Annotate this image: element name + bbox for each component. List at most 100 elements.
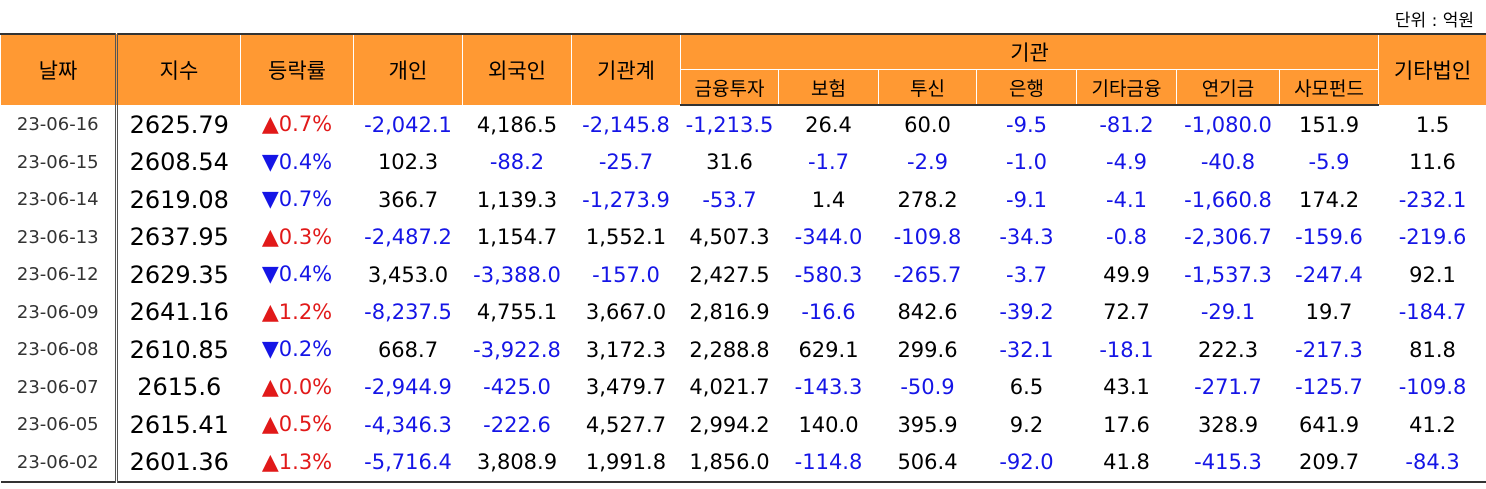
investor-trading-table: 날짜 지수 등락률 개인 외국인 기관계 기관 기타법인 금융투자 보험 투신 … xyxy=(0,33,1486,483)
cell-individual: -2,042.1 xyxy=(364,112,452,137)
cell-institution-total: -157.0 xyxy=(592,262,660,287)
cell-private-equity: 641.9 xyxy=(1298,412,1360,437)
cell-financial-investment: 1,856.0 xyxy=(680,443,779,483)
cell-foreign: -88.2 xyxy=(489,150,545,175)
cell-other-corporations: -232.1 xyxy=(1398,187,1467,212)
cell-individual: -2,487.2 xyxy=(364,225,452,250)
cell-private-equity: 174.2 xyxy=(1298,187,1360,212)
cell-foreign: 1,139.3 xyxy=(476,187,558,212)
cell-foreign: 4,755.1 xyxy=(476,300,558,325)
cell-pension-fund: -1,537.3 xyxy=(1184,262,1272,287)
cell-institution-total: -1,273.9 xyxy=(582,187,670,212)
cell-insurance: -16.6 xyxy=(801,300,856,325)
cell-other-corporations: 92.1 xyxy=(1409,262,1456,287)
cell-date: 23-06-16 xyxy=(0,105,118,144)
change-rate-value: 0.0% xyxy=(278,374,333,399)
change-rate-value: 0.2% xyxy=(278,337,333,362)
cell-index: 2629.35 xyxy=(129,260,229,289)
cell-individual: 102.3 xyxy=(377,150,439,175)
change-rate-value: 0.7% xyxy=(278,112,333,136)
cell-other-financial: 49.9 xyxy=(1103,262,1150,287)
cell-private-equity: 19.7 xyxy=(1305,300,1353,325)
cell-index: 2610.85 xyxy=(129,335,229,364)
cell-date: 23-06-02 xyxy=(0,443,118,483)
cell-foreign: 3,808.9 xyxy=(462,443,572,483)
cell-institution-total: 1,991.8 xyxy=(571,443,681,483)
up-triangle-icon: ▲ xyxy=(261,412,279,438)
header-date: 날짜 xyxy=(0,33,118,106)
header-institution-group: 기관 xyxy=(679,33,1380,70)
cell-bank: -39.2 xyxy=(999,300,1054,325)
cell-date: 23-06-12 xyxy=(0,256,118,294)
cell-insurance: -344.0 xyxy=(794,225,863,250)
cell-investment-trust: -265.7 xyxy=(893,262,962,287)
header-individual: 개인 xyxy=(353,33,463,106)
cell-pension-fund: -40.8 xyxy=(1200,150,1256,175)
header-insurance: 보험 xyxy=(778,69,879,106)
cell-bank: -9.1 xyxy=(1006,187,1047,212)
cell-private-equity: -217.3 xyxy=(1295,337,1363,362)
cell-bank: 6.5 xyxy=(1009,375,1044,400)
up-triangle-icon: ▲ xyxy=(261,224,279,250)
up-triangle-icon: ▲ xyxy=(261,112,279,137)
cell-date: 23-06-07 xyxy=(0,368,118,406)
cell-bank: -34.3 xyxy=(999,225,1054,250)
header-financial-investment: 금융투자 xyxy=(680,69,779,106)
cell-institution-total: -25.7 xyxy=(598,150,654,175)
cell-pension-fund: -1,080.0 xyxy=(1184,112,1272,137)
cell-individual: 366.7 xyxy=(377,187,439,212)
change-rate-value: 0.5% xyxy=(278,412,333,437)
change-rate-value: 1.2% xyxy=(278,299,333,324)
up-triangle-icon: ▲ xyxy=(261,374,279,400)
change-rate-value: 0.4% xyxy=(278,149,333,174)
cell-change-rate: ▲0.3% xyxy=(241,219,354,257)
cell-date: 23-06-09 xyxy=(0,293,118,331)
cell-individual: 668.7 xyxy=(377,337,439,362)
cell-financial-investment: -53.7 xyxy=(702,187,757,212)
cell-other-corporations: 1.5 xyxy=(1415,112,1450,137)
cell-date: 23-06-08 xyxy=(0,331,118,369)
cell-foreign: -3,922.8 xyxy=(473,337,561,362)
cell-date: 23-06-14 xyxy=(0,181,118,219)
header-bank: 은행 xyxy=(976,69,1077,106)
up-triangle-icon: ▲ xyxy=(261,299,279,325)
header-other-corporations: 기타법인 xyxy=(1378,33,1486,106)
cell-bank: -92.0 xyxy=(976,443,1077,483)
cell-other-corporations: -109.8 xyxy=(1398,375,1467,400)
table-row: 23-06-16 2625.79 ▲0.7% -2,042.1 4,186.5 -2,14… xyxy=(0,105,1486,144)
cell-bank: -3.7 xyxy=(1006,262,1047,287)
cell-other-corporations: -84.3 xyxy=(1378,443,1486,483)
cell-foreign: 4,186.5 xyxy=(476,112,558,137)
cell-private-equity: 151.9 xyxy=(1298,112,1360,137)
cell-insurance: -143.3 xyxy=(794,375,863,400)
cell-investment-trust: -109.8 xyxy=(893,225,962,250)
cell-investment-trust: 60.0 xyxy=(904,112,951,137)
table-row: 23-06-05 2615.41 ▲0.5% -4,346.3 -222.6 4,527.… xyxy=(0,406,1486,444)
cell-index: 2601.36 xyxy=(116,443,241,483)
cell-financial-investment: 2,816.9 xyxy=(689,300,770,325)
cell-pension-fund: -29.1 xyxy=(1200,300,1256,325)
up-triangle-icon: ▲ xyxy=(261,449,279,475)
cell-date: 23-06-05 xyxy=(0,406,118,444)
header-index: 지수 xyxy=(116,33,241,106)
cell-individual: -8,237.5 xyxy=(364,300,452,325)
cell-insurance: -114.8 xyxy=(778,443,879,483)
cell-change-rate: ▲0.5% xyxy=(241,406,354,444)
cell-investment-trust: 842.6 xyxy=(897,300,958,325)
cell-institution-total: 1,552.1 xyxy=(585,225,667,250)
cell-individual: -4,346.3 xyxy=(364,412,452,437)
down-triangle-icon: ▼ xyxy=(261,187,279,213)
cell-financial-investment: 2,427.5 xyxy=(689,262,770,287)
cell-index: 2619.08 xyxy=(129,185,229,214)
cell-pension-fund: 222.3 xyxy=(1197,337,1259,362)
cell-other-corporations: -219.6 xyxy=(1398,225,1467,250)
cell-bank: -1.0 xyxy=(1006,150,1047,175)
cell-other-financial: 72.7 xyxy=(1103,300,1150,325)
cell-other-financial: -18.1 xyxy=(1099,337,1154,362)
cell-institution-total: 3,479.7 xyxy=(585,375,667,400)
change-rate-value: 0.3% xyxy=(278,224,333,249)
cell-date: 23-06-15 xyxy=(0,143,118,181)
cell-index: 2625.79 xyxy=(129,110,229,139)
table-row: 23-06-14 2619.08 ▼0.7% 366.7 1,139.3 -1,273.9… xyxy=(0,181,1486,219)
cell-private-equity: -5.9 xyxy=(1308,150,1350,175)
